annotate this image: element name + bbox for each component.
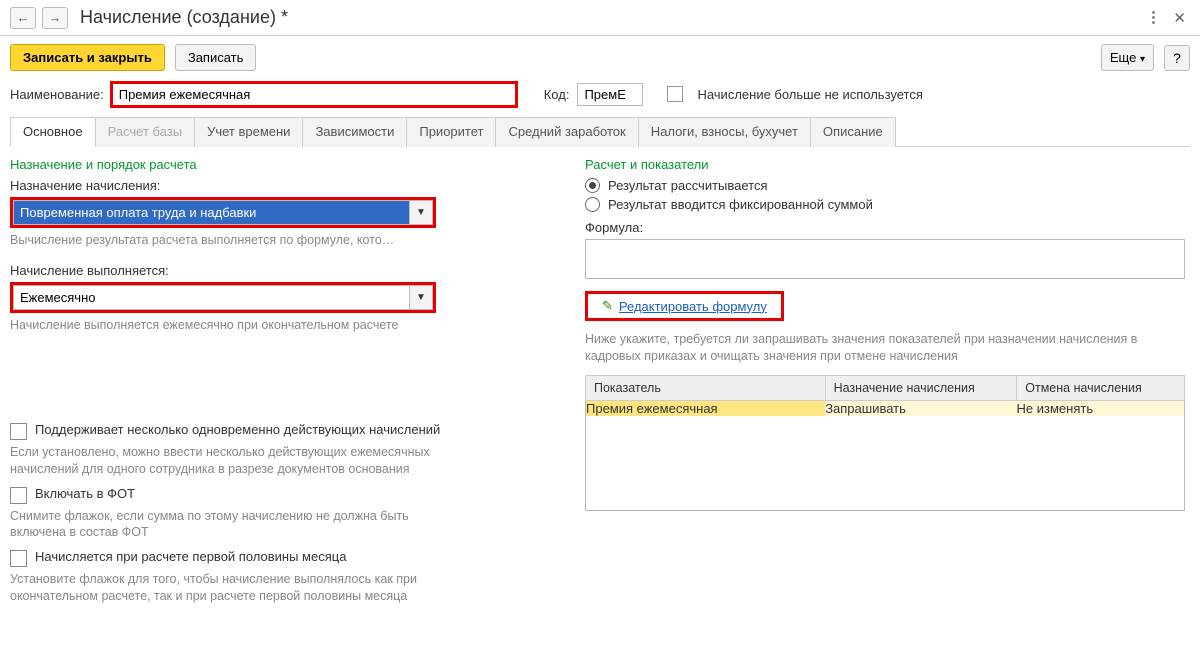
tab-tax[interactable]: Налоги, взносы, бухучет [638,117,811,147]
fot-check-label: Включать в ФОТ [35,486,135,501]
cell-onassign: Запрашивать [825,401,1016,416]
name-label: Наименование: [10,87,104,102]
radio-fixed-label: Результат вводится фиксированной суммой [608,197,873,212]
table-row[interactable]: Премия ежемесячная Запрашивать Не изменя… [586,401,1184,416]
assign-combo-input[interactable] [13,200,409,225]
titlebar: ← → Начисление (создание) * ✕ [0,0,1200,36]
tabs-bar: Основное Расчет базы Учет времени Зависи… [10,116,1190,147]
radio-calculated[interactable] [585,178,600,193]
help-button[interactable]: ? [1164,45,1190,71]
save-button[interactable]: Записать [175,44,257,71]
not-used-checkbox[interactable] [667,86,683,102]
command-bar: Записать и закрыть Записать Еще ▾ ? [0,36,1200,79]
tab-desc[interactable]: Описание [810,117,896,147]
perform-label: Начисление выполняется: [10,263,555,278]
nav-back-button[interactable]: ← [10,7,36,29]
cell-indicator: Премия ежемесячная [586,401,825,416]
th-oncancel: Отмена начисления [1017,375,1185,400]
firsthalf-check[interactable] [10,550,27,567]
firsthalf-check-label: Начисляется при расчете первой половины … [35,549,346,564]
pencil-icon: ✎ [602,298,613,314]
multi-check[interactable] [10,423,27,440]
perform-combo-input[interactable] [13,285,409,310]
firsthalf-check-hint: Установите флажок для того, чтобы начисл… [10,571,450,605]
code-label: Код: [544,87,570,102]
indicators-table-header: Показатель Назначение начисления Отмена … [585,375,1185,401]
right-section-title: Расчет и показатели [585,157,1190,172]
name-input[interactable] [112,83,516,106]
edit-formula-link[interactable]: Редактировать формулу [619,299,767,314]
indicators-table-body[interactable]: Премия ежемесячная Запрашивать Не изменя… [585,401,1185,511]
cell-oncancel: Не изменять [1017,401,1184,416]
th-onassign: Назначение начисления [825,375,1017,400]
fot-check[interactable] [10,487,27,504]
assign-label: Назначение начисления: [10,178,555,193]
kebab-menu-icon[interactable] [1152,11,1155,24]
perform-hint: Начисление выполняется ежемесячно при ок… [10,317,555,334]
multi-check-hint: Если установлено, можно ввести несколько… [10,444,440,478]
assign-combo-arrow[interactable]: ▼ [409,200,433,225]
formula-box[interactable] [585,239,1185,279]
assign-hint: Вычисление результата расчета выполняетс… [10,232,555,249]
perform-combo-highlight: ▼ [10,282,436,313]
tab-deps[interactable]: Зависимости [302,117,407,147]
code-input[interactable] [577,83,643,106]
edit-formula-highlight: ✎ Редактировать формулу [585,291,784,321]
save-and-close-button[interactable]: Записать и закрыть [10,44,165,71]
radio-fixed[interactable] [585,197,600,212]
more-button[interactable]: Еще ▾ [1101,44,1154,71]
th-indicator: Показатель [586,375,826,400]
tab-main[interactable]: Основное [10,117,96,147]
left-section-title: Назначение и порядок расчета [10,157,555,172]
close-button[interactable]: ✕ [1169,7,1190,29]
tab-time[interactable]: Учет времени [194,117,303,147]
indicators-note: Ниже укажите, требуется ли запрашивать з… [585,331,1165,365]
multi-check-label: Поддерживает несколько одновременно дейс… [35,422,440,437]
assign-combo-highlight: ▼ [10,197,436,228]
tab-priority[interactable]: Приоритет [406,117,496,147]
window-title: Начисление (создание) * [80,7,1146,28]
formula-label: Формула: [585,220,1190,235]
fot-check-hint: Снимите флажок, если сумма по этому начи… [10,508,440,542]
radio-calculated-label: Результат рассчитывается [608,178,768,193]
perform-combo-arrow[interactable]: ▼ [409,285,433,310]
nav-forward-button[interactable]: → [42,7,68,29]
header-fields-row: Наименование: Код: Начисление больше не … [0,79,1200,110]
not-used-label: Начисление больше не используется [697,87,922,102]
tab-average[interactable]: Средний заработок [495,117,638,147]
tab-base[interactable]: Расчет базы [95,117,196,147]
